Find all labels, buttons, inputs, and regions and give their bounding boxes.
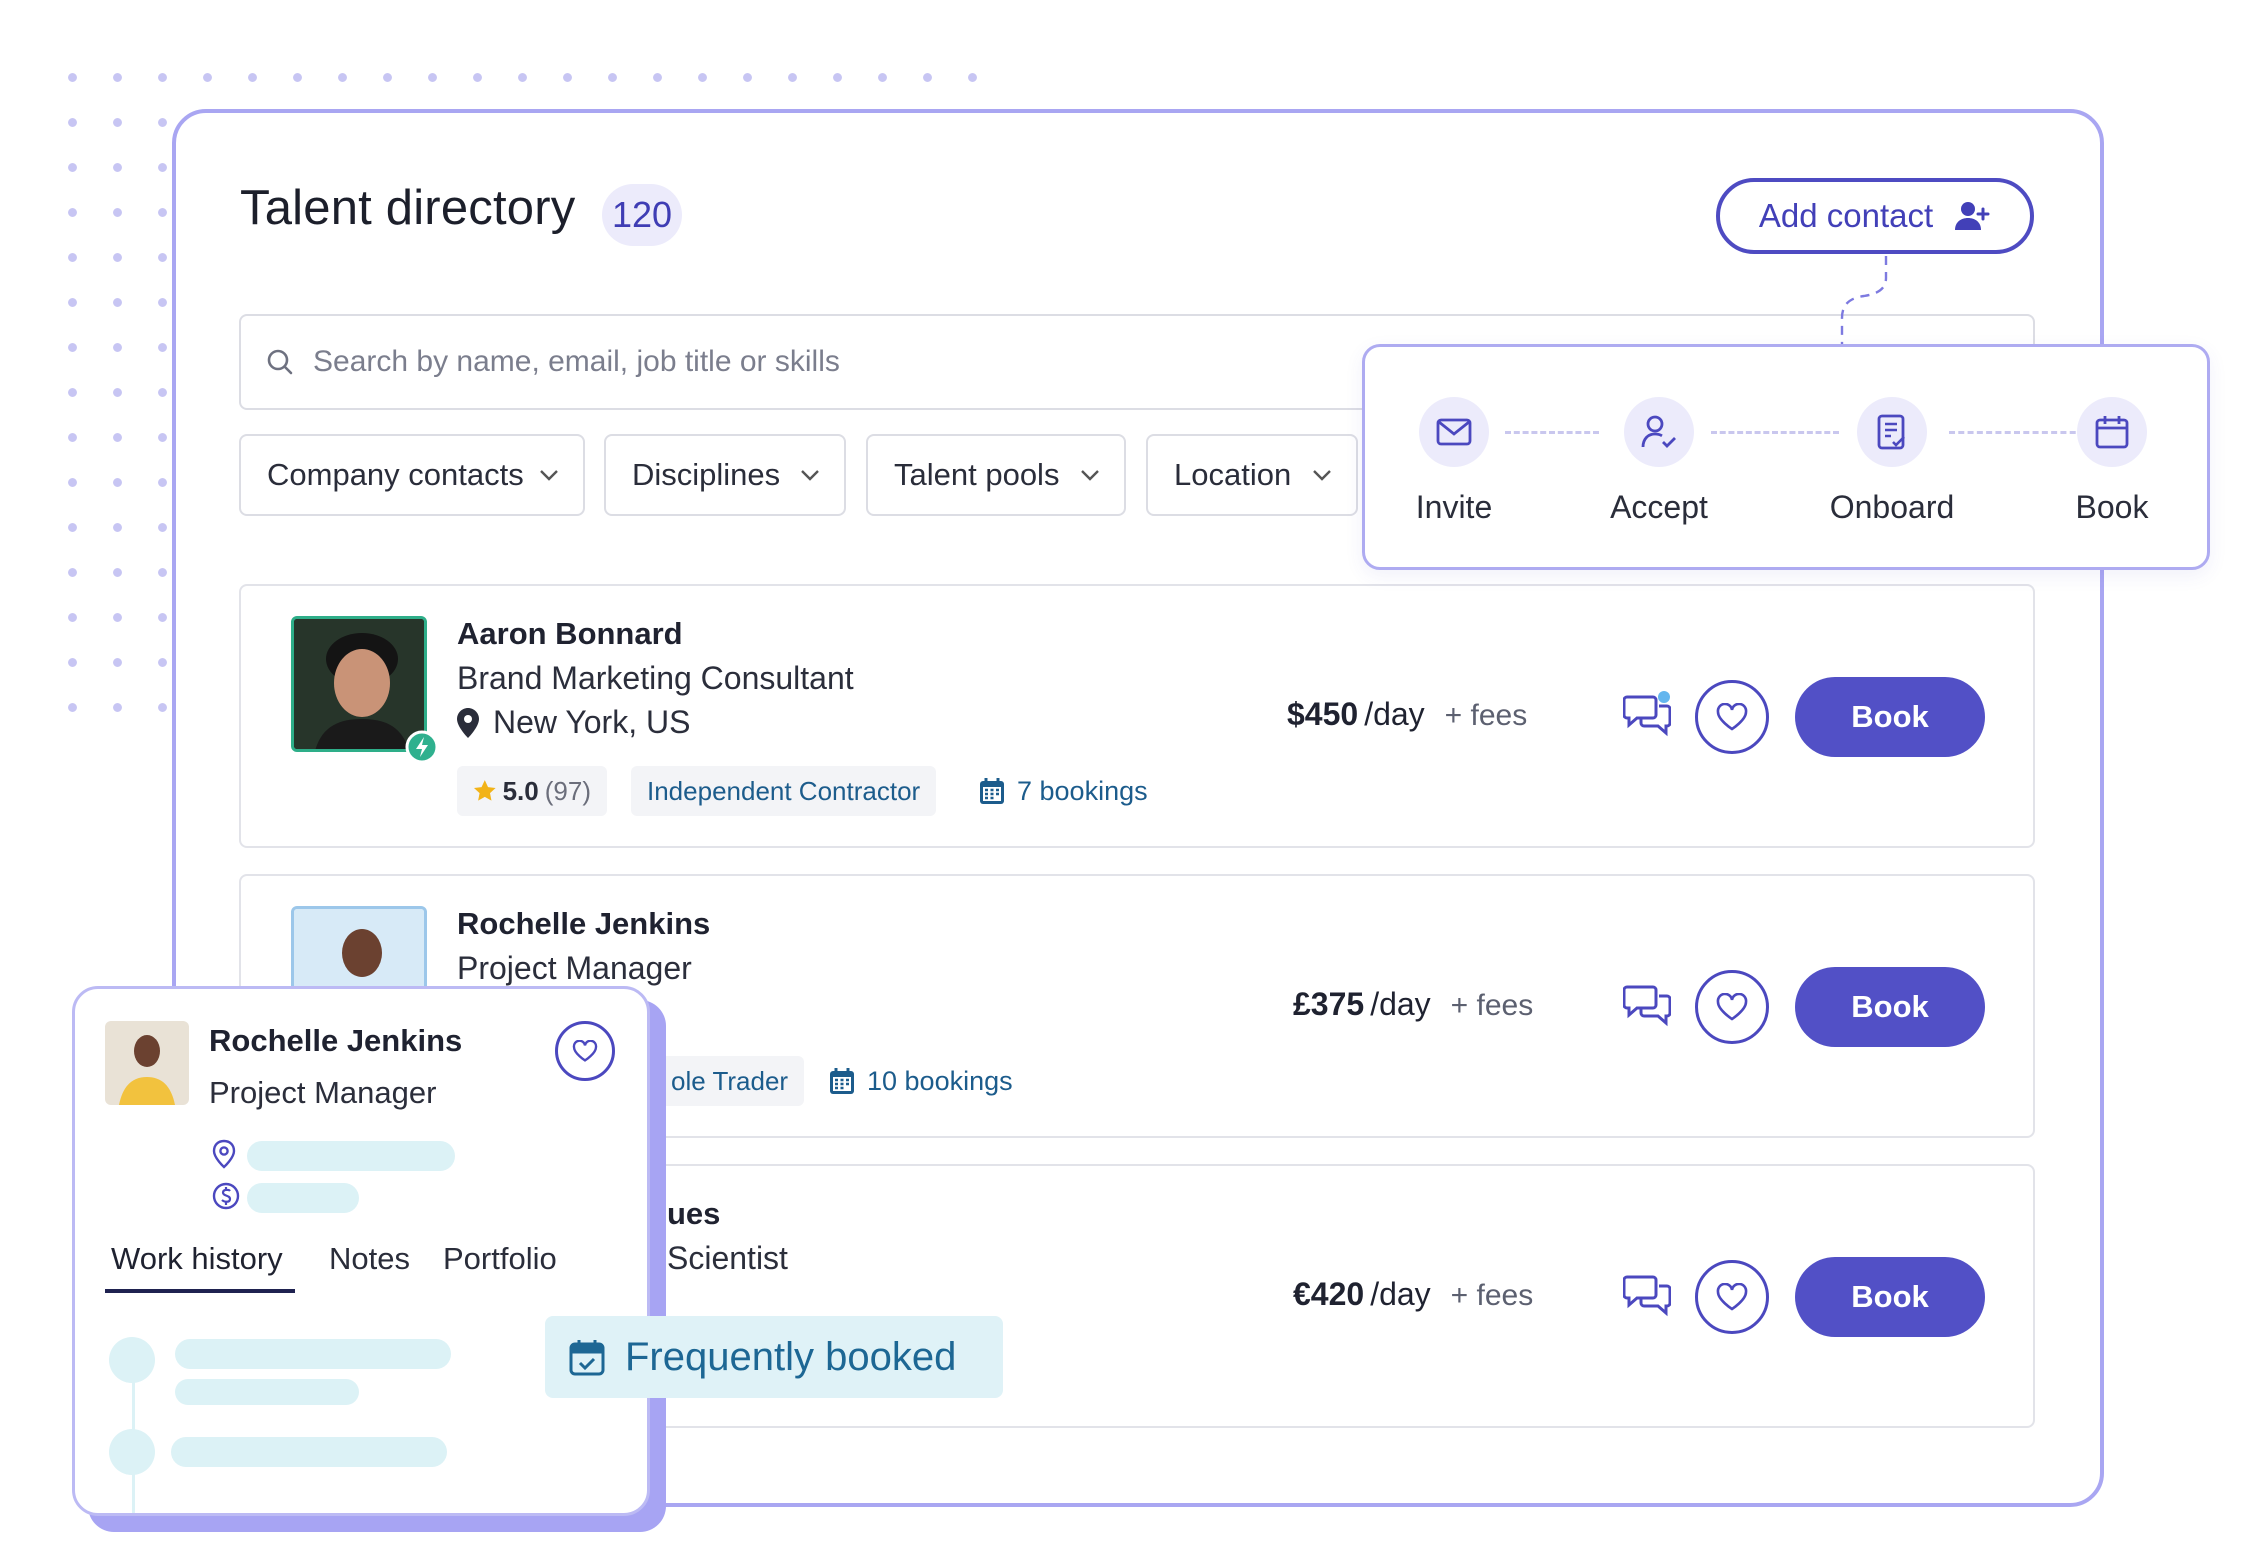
filter-label: Company contacts xyxy=(267,457,524,492)
talent-role: Brand Marketing Consultant xyxy=(457,660,854,696)
flow-step-accept[interactable]: Accept xyxy=(1579,397,1739,526)
timeline-dot xyxy=(109,1337,155,1383)
rating-count: (97) xyxy=(544,775,591,806)
add-person-icon xyxy=(1955,202,1990,230)
filter-label: Talent pools xyxy=(894,457,1060,492)
location-placeholder xyxy=(247,1141,455,1171)
flow-step-invite[interactable]: Invite xyxy=(1374,397,1534,526)
timeline-placeholder xyxy=(175,1379,359,1405)
star-icon xyxy=(473,780,496,801)
onboarding-flow-popover: Invite Accept Onboard Book xyxy=(1362,344,2210,570)
heart-icon xyxy=(1716,993,1748,1021)
heart-icon xyxy=(1716,1283,1748,1311)
book-button[interactable]: Book xyxy=(1795,1257,1985,1337)
tab-notes[interactable]: Notes xyxy=(329,1241,410,1277)
bookings-link[interactable]: 7 bookings xyxy=(979,766,1148,816)
chevron-down-icon xyxy=(1313,470,1331,481)
talent-name[interactable]: Aaron Bonnard xyxy=(457,616,683,652)
lightning-icon xyxy=(405,730,439,764)
chat-icon[interactable] xyxy=(1623,981,1671,1029)
bookings-link[interactable]: 10 bookings xyxy=(829,1056,1013,1106)
contract-type-chip: Independent Contractor xyxy=(631,766,937,816)
rate-placeholder xyxy=(247,1183,359,1213)
filter-location[interactable]: Location xyxy=(1146,434,1358,516)
calendar-check-icon xyxy=(569,1340,605,1376)
profile-name: Rochelle Jenkins xyxy=(209,1023,463,1058)
filter-label: Disciplines xyxy=(632,457,781,492)
profile-role: Project Manager xyxy=(209,1075,437,1110)
timeline-placeholder xyxy=(175,1339,451,1369)
filter-talent-pools[interactable]: Talent pools xyxy=(866,434,1126,516)
talent-count-badge: 120 xyxy=(602,184,683,246)
tab-work-history[interactable]: Work history xyxy=(111,1241,283,1277)
favorite-button[interactable] xyxy=(1695,1260,1769,1334)
talent-role: Project Manager xyxy=(457,950,692,986)
talent-role: Scientist xyxy=(667,1240,788,1276)
timeline-placeholder xyxy=(171,1437,447,1467)
active-tab-underline xyxy=(105,1289,295,1293)
favorite-button[interactable] xyxy=(1695,970,1769,1044)
add-contact-label: Add contact xyxy=(1758,197,1934,234)
talent-name[interactable]: ues xyxy=(667,1196,720,1232)
calendar-icon xyxy=(2095,416,2129,449)
filter-disciplines[interactable]: Disciplines xyxy=(604,434,846,516)
chevron-down-icon xyxy=(801,470,819,481)
mail-icon xyxy=(1436,418,1472,446)
favorite-button[interactable] xyxy=(555,1021,615,1081)
filter-company-contacts[interactable]: Company contacts xyxy=(239,434,585,516)
calendar-icon xyxy=(980,778,1004,804)
day-rate: £375/day + fees xyxy=(1293,986,1534,1022)
search-placeholder: Search by name, email, job title or skil… xyxy=(313,345,840,378)
rating-chip: 5.0 (97) xyxy=(457,766,607,816)
flow-step-book[interactable]: Book xyxy=(2032,397,2192,526)
rating-value: 5.0 xyxy=(502,775,539,806)
location-pin-icon xyxy=(457,707,479,738)
filter-label: Location xyxy=(1174,457,1292,492)
calendar-icon xyxy=(830,1068,854,1094)
search-icon xyxy=(267,349,293,375)
dollar-icon xyxy=(212,1182,240,1210)
contract-type-chip: ole Trader xyxy=(655,1056,805,1106)
talent-card[interactable]: Aaron Bonnard Brand Marketing Consultant… xyxy=(239,584,2035,848)
talent-location: New York, US xyxy=(457,704,690,741)
book-button[interactable]: Book xyxy=(1795,677,1985,757)
heart-icon xyxy=(572,1040,598,1062)
talent-name[interactable]: Rochelle Jenkins xyxy=(457,906,710,942)
tab-portfolio[interactable]: Portfolio xyxy=(443,1241,557,1277)
page-title: Talent directory xyxy=(240,181,576,235)
chevron-down-icon xyxy=(540,470,558,481)
user-check-icon xyxy=(1641,415,1676,448)
day-rate: $450/day + fees xyxy=(1287,696,1528,732)
connector-line xyxy=(1840,256,1888,346)
frequently-booked-badge: Frequently booked xyxy=(545,1316,1003,1398)
chat-icon[interactable] xyxy=(1623,1271,1671,1319)
document-icon xyxy=(1877,414,1905,450)
day-rate: €420/day + fees xyxy=(1293,1276,1534,1312)
avatar xyxy=(105,1021,189,1105)
book-button[interactable]: Book xyxy=(1795,967,1985,1047)
favorite-button[interactable] xyxy=(1695,680,1769,754)
heart-icon xyxy=(1716,703,1748,731)
add-contact-button[interactable]: Add contact xyxy=(1716,178,2034,254)
timeline-dot xyxy=(109,1429,155,1475)
flow-step-onboard[interactable]: Onboard xyxy=(1812,397,1972,526)
profile-preview-card: Rochelle Jenkins Project Manager Work hi… xyxy=(72,986,650,1516)
chat-icon[interactable] xyxy=(1623,691,1671,739)
stage: Talent directory 120 Add contact Search … xyxy=(0,0,2252,1568)
chevron-down-icon xyxy=(1081,470,1099,481)
location-pin-icon xyxy=(212,1139,236,1169)
